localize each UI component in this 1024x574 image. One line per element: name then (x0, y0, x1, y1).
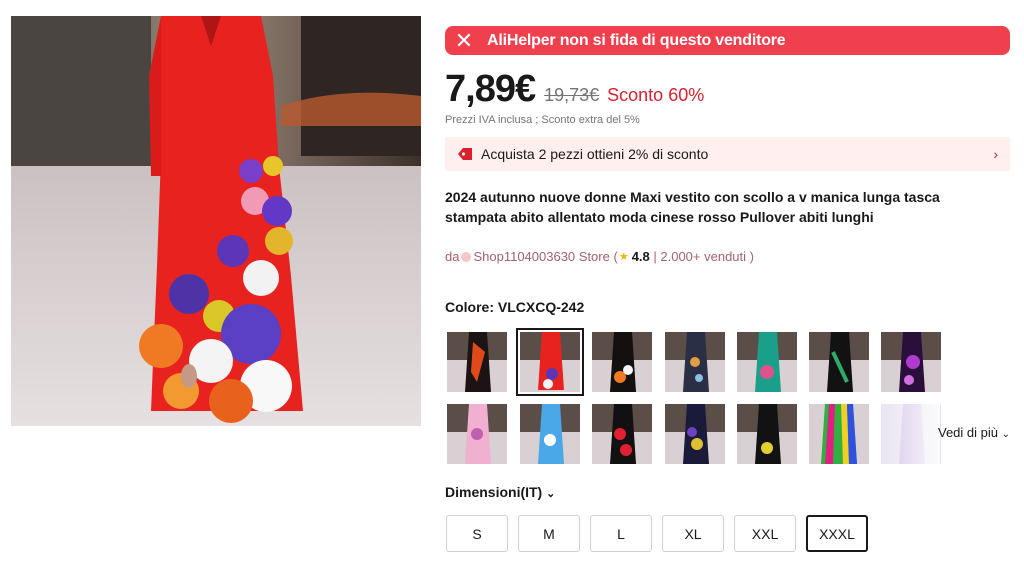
store-sold-count: 2.000+ venduti (660, 249, 747, 264)
swatch-fade-overlay (880, 403, 940, 465)
size-option-s[interactable]: S (446, 515, 508, 552)
size-option-xxl[interactable]: XXL (734, 515, 796, 552)
size-option-m[interactable]: M (518, 515, 580, 552)
color-swatch[interactable] (665, 332, 725, 392)
price-original: 19,73€ (544, 85, 600, 105)
chevron-down-icon: ⌄ (1001, 429, 1011, 440)
color-swatch[interactable] (592, 332, 652, 392)
chevron-right-icon[interactable]: › (993, 146, 998, 162)
color-swatch[interactable] (737, 404, 797, 464)
color-swatch[interactable] (809, 404, 869, 464)
price-row: 7,89€ 19,73€ Sconto 60% (445, 68, 704, 112)
tax-note: Prezzi IVA inclusa ; Sconto extra del 5% (445, 114, 640, 126)
store-separator: | (649, 249, 661, 264)
store-name-link[interactable]: Shop1104003630 Store (473, 249, 609, 264)
size-option-xxxl-selected[interactable]: XXXL (806, 515, 868, 552)
see-more-label: Vedi di più (938, 425, 998, 440)
chevron-down-icon: ⌄ (546, 488, 556, 500)
product-title: 2024 autunno nuove donne Maxi vestito co… (445, 189, 940, 225)
store-prefix: da (445, 249, 460, 264)
color-swatch[interactable] (447, 404, 507, 464)
color-swatch[interactable] (809, 332, 869, 392)
bundle-discount-text: Acquista 2 pezzi ottieni 2% di sconto (481, 146, 709, 162)
star-icon: ★ (618, 251, 629, 263)
tag-icon (457, 146, 473, 162)
size-label[interactable]: Dimensioni(IT) ⌄ (445, 484, 555, 500)
color-swatch-selected[interactable] (516, 328, 584, 396)
store-info: da Shop1104003630 Store ( ★ 4.8 | 2.000+… (445, 249, 754, 264)
size-label-text: Dimensioni(IT) (445, 484, 543, 500)
color-swatch[interactable] (520, 404, 580, 464)
see-more-link[interactable]: Vedi di più ⌄ (938, 425, 1010, 440)
close-icon[interactable]: ✕ (449, 29, 479, 52)
color-swatch[interactable] (447, 332, 507, 392)
color-label: Colore: VLCXCQ-242 (445, 299, 585, 315)
store-icon (460, 251, 472, 263)
store-open-paren: ( (609, 249, 618, 264)
size-option-xl[interactable]: XL (662, 515, 724, 552)
color-swatch[interactable] (665, 404, 725, 464)
color-swatch[interactable] (881, 332, 941, 392)
seller-warning-text: AliHelper non si fida di questo venditor… (487, 31, 786, 49)
price-discount: Sconto 60% (607, 85, 705, 105)
size-option-l[interactable]: L (590, 515, 652, 552)
color-swatch[interactable] (592, 404, 652, 464)
price-current: 7,89€ (445, 68, 536, 110)
product-main-image[interactable] (11, 16, 421, 426)
seller-warning-banner: ✕ AliHelper non si fida di questo vendit… (445, 26, 1010, 55)
color-swatch[interactable] (737, 332, 797, 392)
store-rating: 4.8 (631, 249, 650, 264)
store-close-paren: ) (746, 249, 754, 264)
bundle-discount-banner[interactable]: Acquista 2 pezzi ottieni 2% di sconto › (445, 137, 1010, 171)
